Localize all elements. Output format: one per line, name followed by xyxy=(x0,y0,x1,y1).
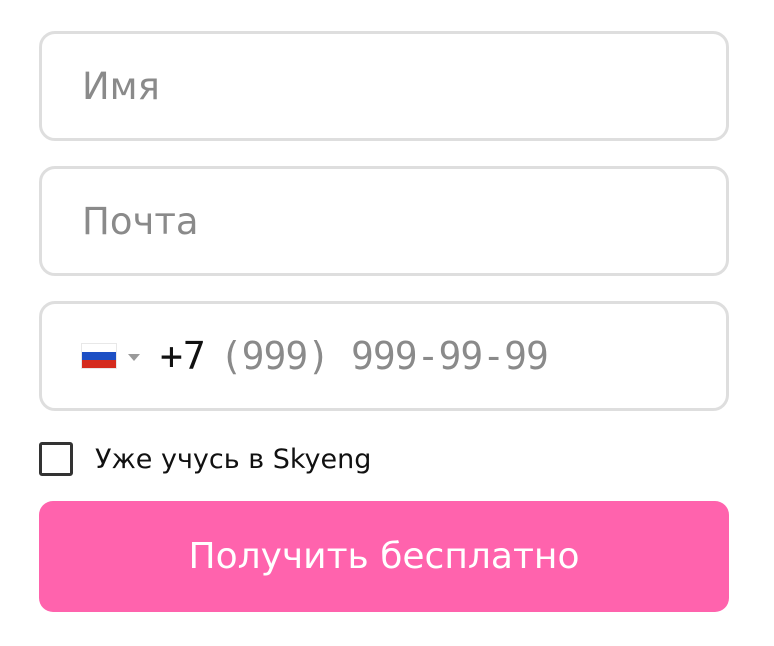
already-student-checkbox[interactable] xyxy=(39,442,73,476)
phone-input[interactable] xyxy=(219,334,600,378)
already-student-checkbox-row[interactable]: Уже учусь в Skyeng xyxy=(39,442,371,476)
phone-field-container[interactable]: +7 xyxy=(39,301,729,411)
chevron-down-icon xyxy=(128,353,140,361)
email-input[interactable] xyxy=(82,199,682,243)
name-field-container[interactable] xyxy=(39,31,729,141)
name-input[interactable] xyxy=(82,64,682,108)
phone-country-code: +7 xyxy=(160,334,206,378)
country-select[interactable] xyxy=(82,344,140,368)
russia-flag-icon xyxy=(82,344,116,368)
email-field-container[interactable] xyxy=(39,166,729,276)
already-student-label[interactable]: Уже учусь в Skyeng xyxy=(95,444,371,475)
get-free-button[interactable]: Получить бесплатно xyxy=(39,501,729,612)
